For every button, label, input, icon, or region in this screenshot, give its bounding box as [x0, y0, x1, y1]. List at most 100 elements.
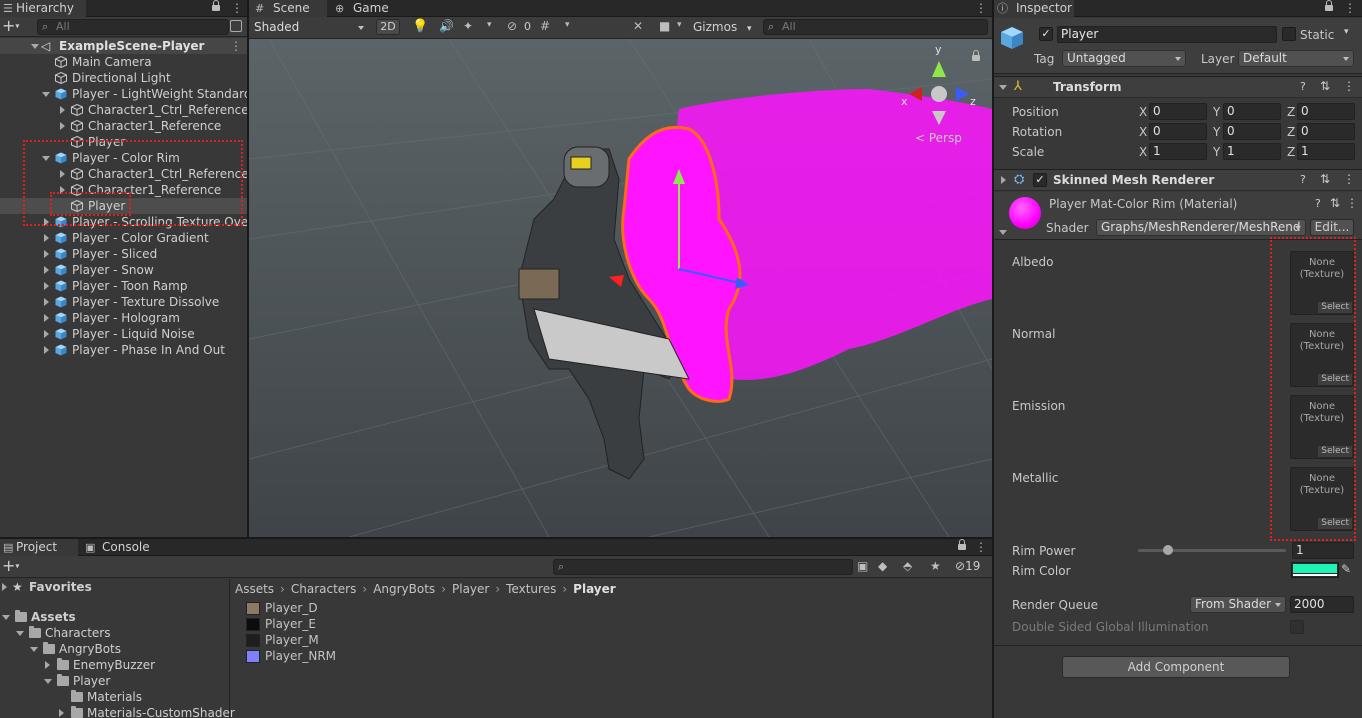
breadcrumb-item[interactable]: Characters	[291, 582, 357, 596]
shader-dropdown[interactable]: Graphs/MeshRenderer/MeshRend	[1096, 219, 1306, 236]
active-checkbox[interactable]: ✓	[1039, 27, 1053, 41]
breadcrumb-item[interactable]: AngryBots	[373, 582, 435, 596]
transform-x-field[interactable]: 1	[1149, 143, 1207, 160]
expand-arrow-icon[interactable]	[2, 615, 10, 620]
transform-x-field[interactable]: 0	[1149, 103, 1207, 120]
project-folder-item[interactable]: Materials-CustomShader	[0, 705, 235, 718]
file-item[interactable]: Player_E	[246, 616, 406, 632]
hierarchy-item[interactable]: Player - Liquid Noise	[0, 326, 247, 342]
preset-icon[interactable]: ⇅	[1320, 79, 1330, 93]
preset-icon[interactable]: ⇅	[1330, 196, 1340, 210]
project-folder-item[interactable]: AngryBots	[0, 641, 229, 657]
hidden-objects-icon[interactable]: ⊘	[507, 19, 517, 33]
expand-arrow-icon[interactable]	[44, 679, 52, 684]
rim-color-field[interactable]	[1291, 562, 1339, 578]
file-item[interactable]: Player_D	[246, 600, 406, 616]
tag-dropdown[interactable]: Untagged	[1062, 50, 1186, 67]
expand-arrow-icon[interactable]	[30, 647, 38, 652]
grid-toggle-icon[interactable]: #	[540, 19, 550, 33]
rim-power-field[interactable]: 1	[1292, 542, 1354, 559]
expand-arrow-icon[interactable]	[42, 92, 50, 97]
tab-hierarchy[interactable]: ☰ Hierarchy	[0, 0, 86, 17]
tab-inspector[interactable]: ⓘ Inspector	[994, 0, 1074, 17]
static-checkbox[interactable]	[1282, 27, 1296, 41]
more-options-icon[interactable]: ⋮	[231, 0, 243, 16]
material-options-icon[interactable]: ⋮	[1346, 196, 1358, 210]
expand-arrow-icon[interactable]	[44, 282, 49, 290]
hierarchy-item[interactable]: Player - Toon Ramp	[0, 278, 247, 294]
inspector-more-options-icon[interactable]: ⋮	[1344, 0, 1356, 16]
2d-toggle-button[interactable]: 2D	[376, 19, 400, 35]
create-asset-button[interactable]: +▾	[2, 557, 19, 576]
gizmos-dropdown[interactable]: Gizmos ▾	[693, 20, 752, 34]
component-options-icon[interactable]: ⋮	[1343, 172, 1355, 186]
project-folder-item[interactable]: Characters	[0, 625, 229, 641]
favorite-star-icon[interactable]: ★	[930, 559, 941, 573]
camera-dropdown-icon[interactable]: ▾	[677, 20, 682, 30]
transform-y-field[interactable]: 0	[1223, 123, 1281, 140]
expand-arrow-icon[interactable]	[1001, 176, 1006, 184]
tab-project[interactable]: ▤ Project	[0, 539, 78, 556]
effects-toggle-icon[interactable]: ✦	[463, 19, 473, 33]
file-item[interactable]: Player_M	[246, 632, 406, 648]
camera-icon[interactable]: ■	[659, 19, 670, 33]
hierarchy-item[interactable]: Player - Sliced	[0, 246, 247, 262]
favorites-row[interactable]: ★ Favorites	[0, 579, 229, 595]
grid-dropdown-icon[interactable]: ▾	[565, 20, 570, 30]
transform-z-field[interactable]: 1	[1297, 143, 1355, 160]
transform-z-field[interactable]: 0	[1297, 123, 1355, 140]
audio-toggle-icon[interactable]: 🔊	[439, 19, 454, 33]
breadcrumb-item[interactable]: Assets	[235, 582, 274, 596]
project-folder-item[interactable]: Materials	[0, 689, 229, 705]
gizmo-lock-icon[interactable]	[971, 50, 980, 61]
add-component-button[interactable]: Add Component	[1062, 656, 1290, 678]
expand-arrow-icon[interactable]	[44, 250, 49, 258]
scene-visibility-icon[interactable]	[230, 20, 242, 32]
inspector-lock-icon[interactable]	[1324, 0, 1333, 11]
expand-arrow-icon[interactable]	[16, 631, 24, 636]
render-queue-field[interactable]: 2000	[1290, 596, 1354, 613]
scene-search-input[interactable]: ⌕ All	[763, 19, 988, 35]
project-folder-item[interactable]: Assets	[0, 609, 229, 625]
lock-icon[interactable]	[211, 0, 220, 11]
scene-more-options-icon[interactable]: ⋮	[975, 0, 987, 16]
expand-arrow-icon[interactable]	[44, 234, 49, 242]
tab-console[interactable]: ▣ Console	[80, 539, 160, 556]
hidden-packages-toggle[interactable]: ⊘19	[955, 559, 980, 573]
project-lock-icon[interactable]	[957, 539, 966, 550]
expand-arrow-icon[interactable]	[59, 709, 64, 717]
hierarchy-item[interactable]: Player - Texture Dissolve	[0, 294, 247, 310]
help-icon[interactable]: ?	[1315, 197, 1321, 210]
expand-arrow-icon[interactable]	[999, 85, 1007, 90]
expand-arrow-icon[interactable]	[44, 346, 49, 354]
project-folder-item[interactable]: Player	[0, 673, 229, 689]
breadcrumb-item[interactable]: Player	[452, 582, 489, 596]
transform-x-field[interactable]: 0	[1149, 123, 1207, 140]
add-object-button[interactable]: +▾	[2, 17, 19, 36]
perspective-toggle[interactable]: < Persp	[915, 131, 962, 145]
effects-dropdown-icon[interactable]: ▾	[487, 20, 492, 30]
expand-arrow-icon[interactable]	[60, 122, 65, 130]
shader-edit-button[interactable]: Edit...	[1310, 219, 1354, 236]
object-name-field[interactable]: Player	[1057, 26, 1277, 43]
skinned-mesh-renderer-header[interactable]: ⛭ ✓ Skinned Mesh Renderer ? ⇅ ⋮	[994, 169, 1362, 191]
static-dropdown-icon[interactable]: ▾	[1344, 27, 1349, 37]
filter-by-type-icon[interactable]: ◆	[878, 559, 887, 573]
render-queue-dropdown[interactable]: From Shader	[1190, 596, 1286, 613]
layer-dropdown[interactable]: Default	[1238, 50, 1354, 67]
hierarchy-item[interactable]: Player - Snow	[0, 262, 247, 278]
expand-arrow-icon[interactable]	[31, 44, 39, 49]
expand-arrow-icon[interactable]	[44, 266, 49, 274]
scene-root-row[interactable]: ◁ ExampleScene-Player ⋮	[0, 38, 247, 54]
project-more-options-icon[interactable]: ⋮	[975, 539, 987, 555]
filter-by-label-icon[interactable]: ⬘	[903, 559, 912, 573]
draw-mode-dropdown[interactable]: Shaded	[249, 19, 369, 36]
help-icon[interactable]: ?	[1300, 80, 1306, 93]
transform-y-field[interactable]: 0	[1223, 103, 1281, 120]
skinned-mesh-enabled-checkbox[interactable]: ✓	[1033, 173, 1047, 187]
breadcrumb-item[interactable]: Textures	[506, 582, 556, 596]
tab-scene[interactable]: # Scene	[249, 0, 327, 17]
hierarchy-item[interactable]: Character1_Reference	[0, 118, 247, 134]
expand-arrow-icon[interactable]	[999, 230, 1007, 235]
expand-arrow-icon[interactable]	[60, 106, 65, 114]
